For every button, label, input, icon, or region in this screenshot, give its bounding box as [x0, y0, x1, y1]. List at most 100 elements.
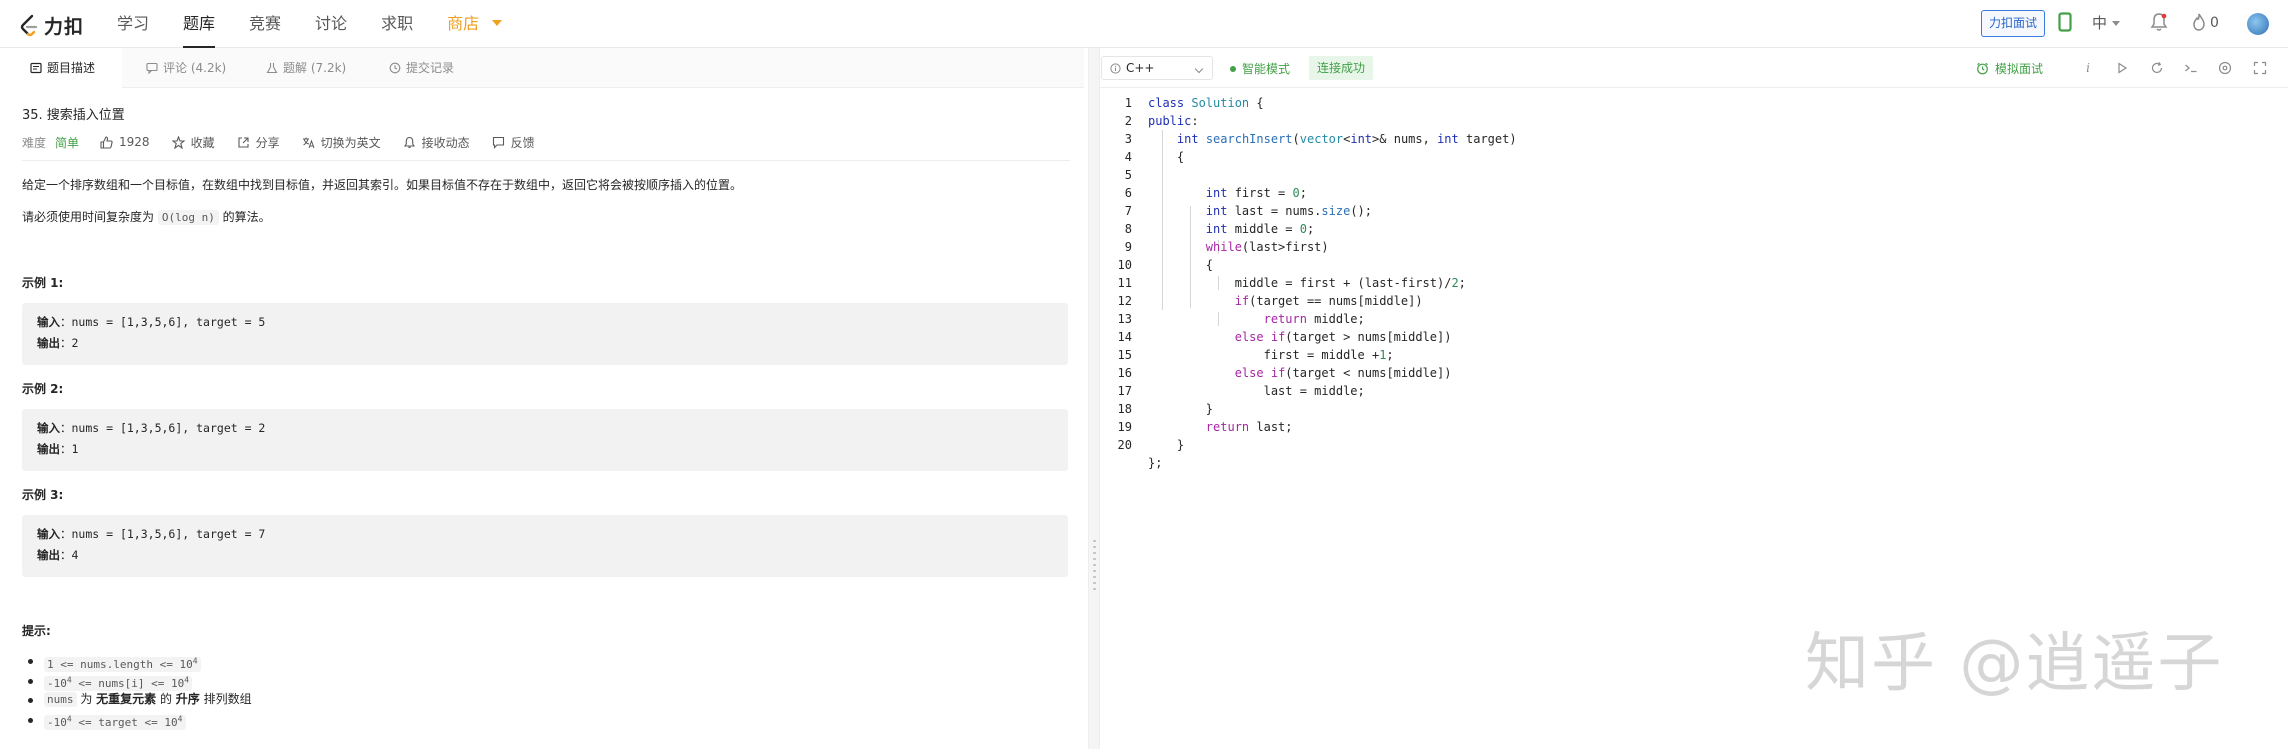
tab-submissions[interactable]: 提交记录	[389, 48, 454, 88]
hint-item: nums 为 无重复元素 的 升序 排列数组	[28, 690, 252, 710]
clock-icon	[389, 62, 401, 74]
bell-icon	[403, 136, 415, 148]
document-icon	[30, 62, 42, 74]
info-icon	[1110, 62, 1121, 74]
code-line: 7 int last = nums.size();	[1100, 204, 2288, 222]
example-title: 示例 1:	[22, 276, 64, 290]
problem-tabs: 题目描述 评论 (4.2k) 题解 (7.2k) 提交记录	[0, 48, 1084, 88]
share-button[interactable]: 分享	[237, 134, 280, 151]
example-box: 输入：nums = [1,3,5,6], target = 2 输出：1	[22, 409, 1068, 471]
code-text: int middle = 0;	[1205, 222, 1315, 236]
avatar[interactable]	[2247, 13, 2269, 35]
smart-mode-toggle[interactable]: 智能模式	[1230, 60, 1290, 77]
example-box: 输入：nums = [1,3,5,6], target = 5 输出：2	[22, 303, 1068, 365]
switch-english-button[interactable]: 切换为英文	[302, 134, 381, 151]
output-label: 输出	[37, 548, 60, 562]
code-text: else if(target < nums[middle])	[1234, 366, 1452, 380]
hints-list: 1 <= nums.length <= 104 -104 <= nums[i] …	[28, 651, 252, 731]
leetcode-logo-icon	[20, 14, 38, 36]
line-number: 5	[1124, 168, 1132, 182]
hint-sup: 4	[192, 656, 198, 665]
top-nav: 力扣 学习 题库 竞赛 讨论 求职 商店 力扣面试 中 0	[0, 0, 2288, 48]
nav-item-study[interactable]: 学习	[117, 0, 149, 48]
flame-icon[interactable]	[2191, 12, 2207, 32]
language-select[interactable]: C++	[1101, 56, 1213, 80]
hint-text: 的	[156, 692, 176, 706]
input-label: 输入	[37, 421, 60, 435]
nav-item-jobs[interactable]: 求职	[381, 0, 413, 48]
line-number: 12	[1117, 294, 1132, 308]
comment-icon	[146, 62, 158, 74]
logo[interactable]: 力扣	[18, 12, 84, 39]
code-line: 4 {	[1100, 150, 2288, 168]
code-text: middle = first + (last-first)/2;	[1148, 276, 1466, 290]
watermark: 知乎 @逍遥子	[1805, 627, 2224, 701]
code-line: 14 else if(target > nums[middle])	[1100, 330, 2288, 348]
example-title: 示例 3:	[22, 488, 64, 502]
favorite-button[interactable]: 收藏	[171, 134, 215, 151]
settings-icon[interactable]	[2217, 60, 2233, 76]
nav-item-discuss[interactable]: 讨论	[315, 0, 347, 48]
code-text: first = middle +1;	[1148, 348, 1394, 362]
code-text: int first = 0;	[1205, 186, 1307, 200]
nav-item-problems[interactable]: 题库	[183, 0, 216, 48]
switch-english-label: 切换为英文	[320, 135, 381, 150]
panel-resize-handle[interactable]	[1088, 48, 1100, 749]
code-line: 6 int first = 0;	[1100, 186, 2288, 204]
example-output: 输出：1	[37, 441, 78, 457]
output-value: ：1	[60, 442, 79, 456]
bell-icon[interactable]	[2150, 12, 2168, 32]
code-text: int last = nums.size();	[1205, 204, 1372, 218]
hint-code: 1 <= nums.length <= 104	[44, 656, 201, 672]
line-number: 4	[1124, 150, 1132, 164]
language-switcher[interactable]: 中	[2092, 12, 2107, 33]
nav-item-store[interactable]: 商店	[447, 0, 503, 48]
fullscreen-icon[interactable]	[2252, 60, 2268, 76]
example-input: 输入：nums = [1,3,5,6], target = 2	[37, 420, 265, 436]
drag-handle-icon	[1093, 540, 1096, 590]
output-value: ：2	[60, 336, 79, 350]
code-text: int searchInsert(vector<int>& nums, int …	[1176, 132, 1517, 146]
terminal-icon[interactable]	[2183, 60, 2199, 76]
code-line: 5	[1100, 168, 2288, 186]
subscribe-button[interactable]: 接收动态	[403, 134, 470, 151]
code-line: 13 return middle;	[1100, 312, 2288, 330]
alarm-clock-icon	[1977, 62, 1988, 75]
hints-title: 提示:	[22, 624, 51, 638]
language-select-value: C++	[1126, 61, 1155, 75]
code-line: 20 }	[1100, 438, 2288, 456]
share-label: 分享	[255, 135, 280, 150]
problem-meta: 难度 简单 1928 收藏 分享 切换为英文 接收动态 反馈	[22, 132, 557, 152]
code-line: 18 }	[1100, 402, 2288, 420]
interview-button[interactable]: 力扣面试	[1981, 10, 2045, 37]
hint-text: -10	[47, 677, 67, 691]
share-icon	[238, 136, 249, 148]
example-input: 输入：nums = [1,3,5,6], target = 5	[37, 314, 265, 330]
problem-description: 给定一个排序数组和一个目标值，在数组中找到目标值，并返回其索引。如果目标值不存在…	[22, 178, 743, 192]
code-text: last = middle;	[1148, 384, 1365, 398]
info-italic-icon[interactable]: i	[2080, 60, 2096, 76]
tab-solutions[interactable]: 题解 (7.2k)	[266, 48, 346, 88]
tab-comments-label: 评论 (4.2k)	[163, 61, 227, 75]
play-icon[interactable]	[2114, 60, 2130, 76]
tab-solutions-label: 题解 (7.2k)	[283, 61, 347, 75]
chevron-down-icon	[1194, 64, 1204, 74]
example-title: 示例 2:	[22, 382, 64, 396]
tab-comments[interactable]: 评论 (4.2k)	[146, 48, 226, 88]
code-text: else if(target > nums[middle])	[1234, 330, 1452, 344]
feedback-button[interactable]: 反馈	[492, 134, 535, 151]
like-button[interactable]: 1928	[100, 135, 150, 149]
reset-icon[interactable]	[2149, 60, 2165, 76]
line-number: 10	[1117, 258, 1132, 272]
smart-mode-label: 智能模式	[1242, 62, 1291, 76]
tab-description[interactable]: 题目描述	[0, 48, 122, 88]
example-input: 输入：nums = [1,3,5,6], target = 7	[37, 526, 265, 542]
editor-toolbar: C++ 智能模式 连接成功 模拟面试 i	[1100, 48, 2288, 88]
nav-item-contest[interactable]: 竞赛	[249, 0, 281, 48]
code-text: {	[1148, 150, 1185, 164]
tab-submissions-label: 提交记录	[406, 61, 455, 75]
phone-icon[interactable]	[2058, 12, 2072, 32]
example-output: 输出：2	[37, 335, 78, 351]
code-line: 17 last = middle;	[1100, 384, 2288, 402]
mock-interview-button[interactable]: 模拟面试	[1976, 60, 2043, 77]
